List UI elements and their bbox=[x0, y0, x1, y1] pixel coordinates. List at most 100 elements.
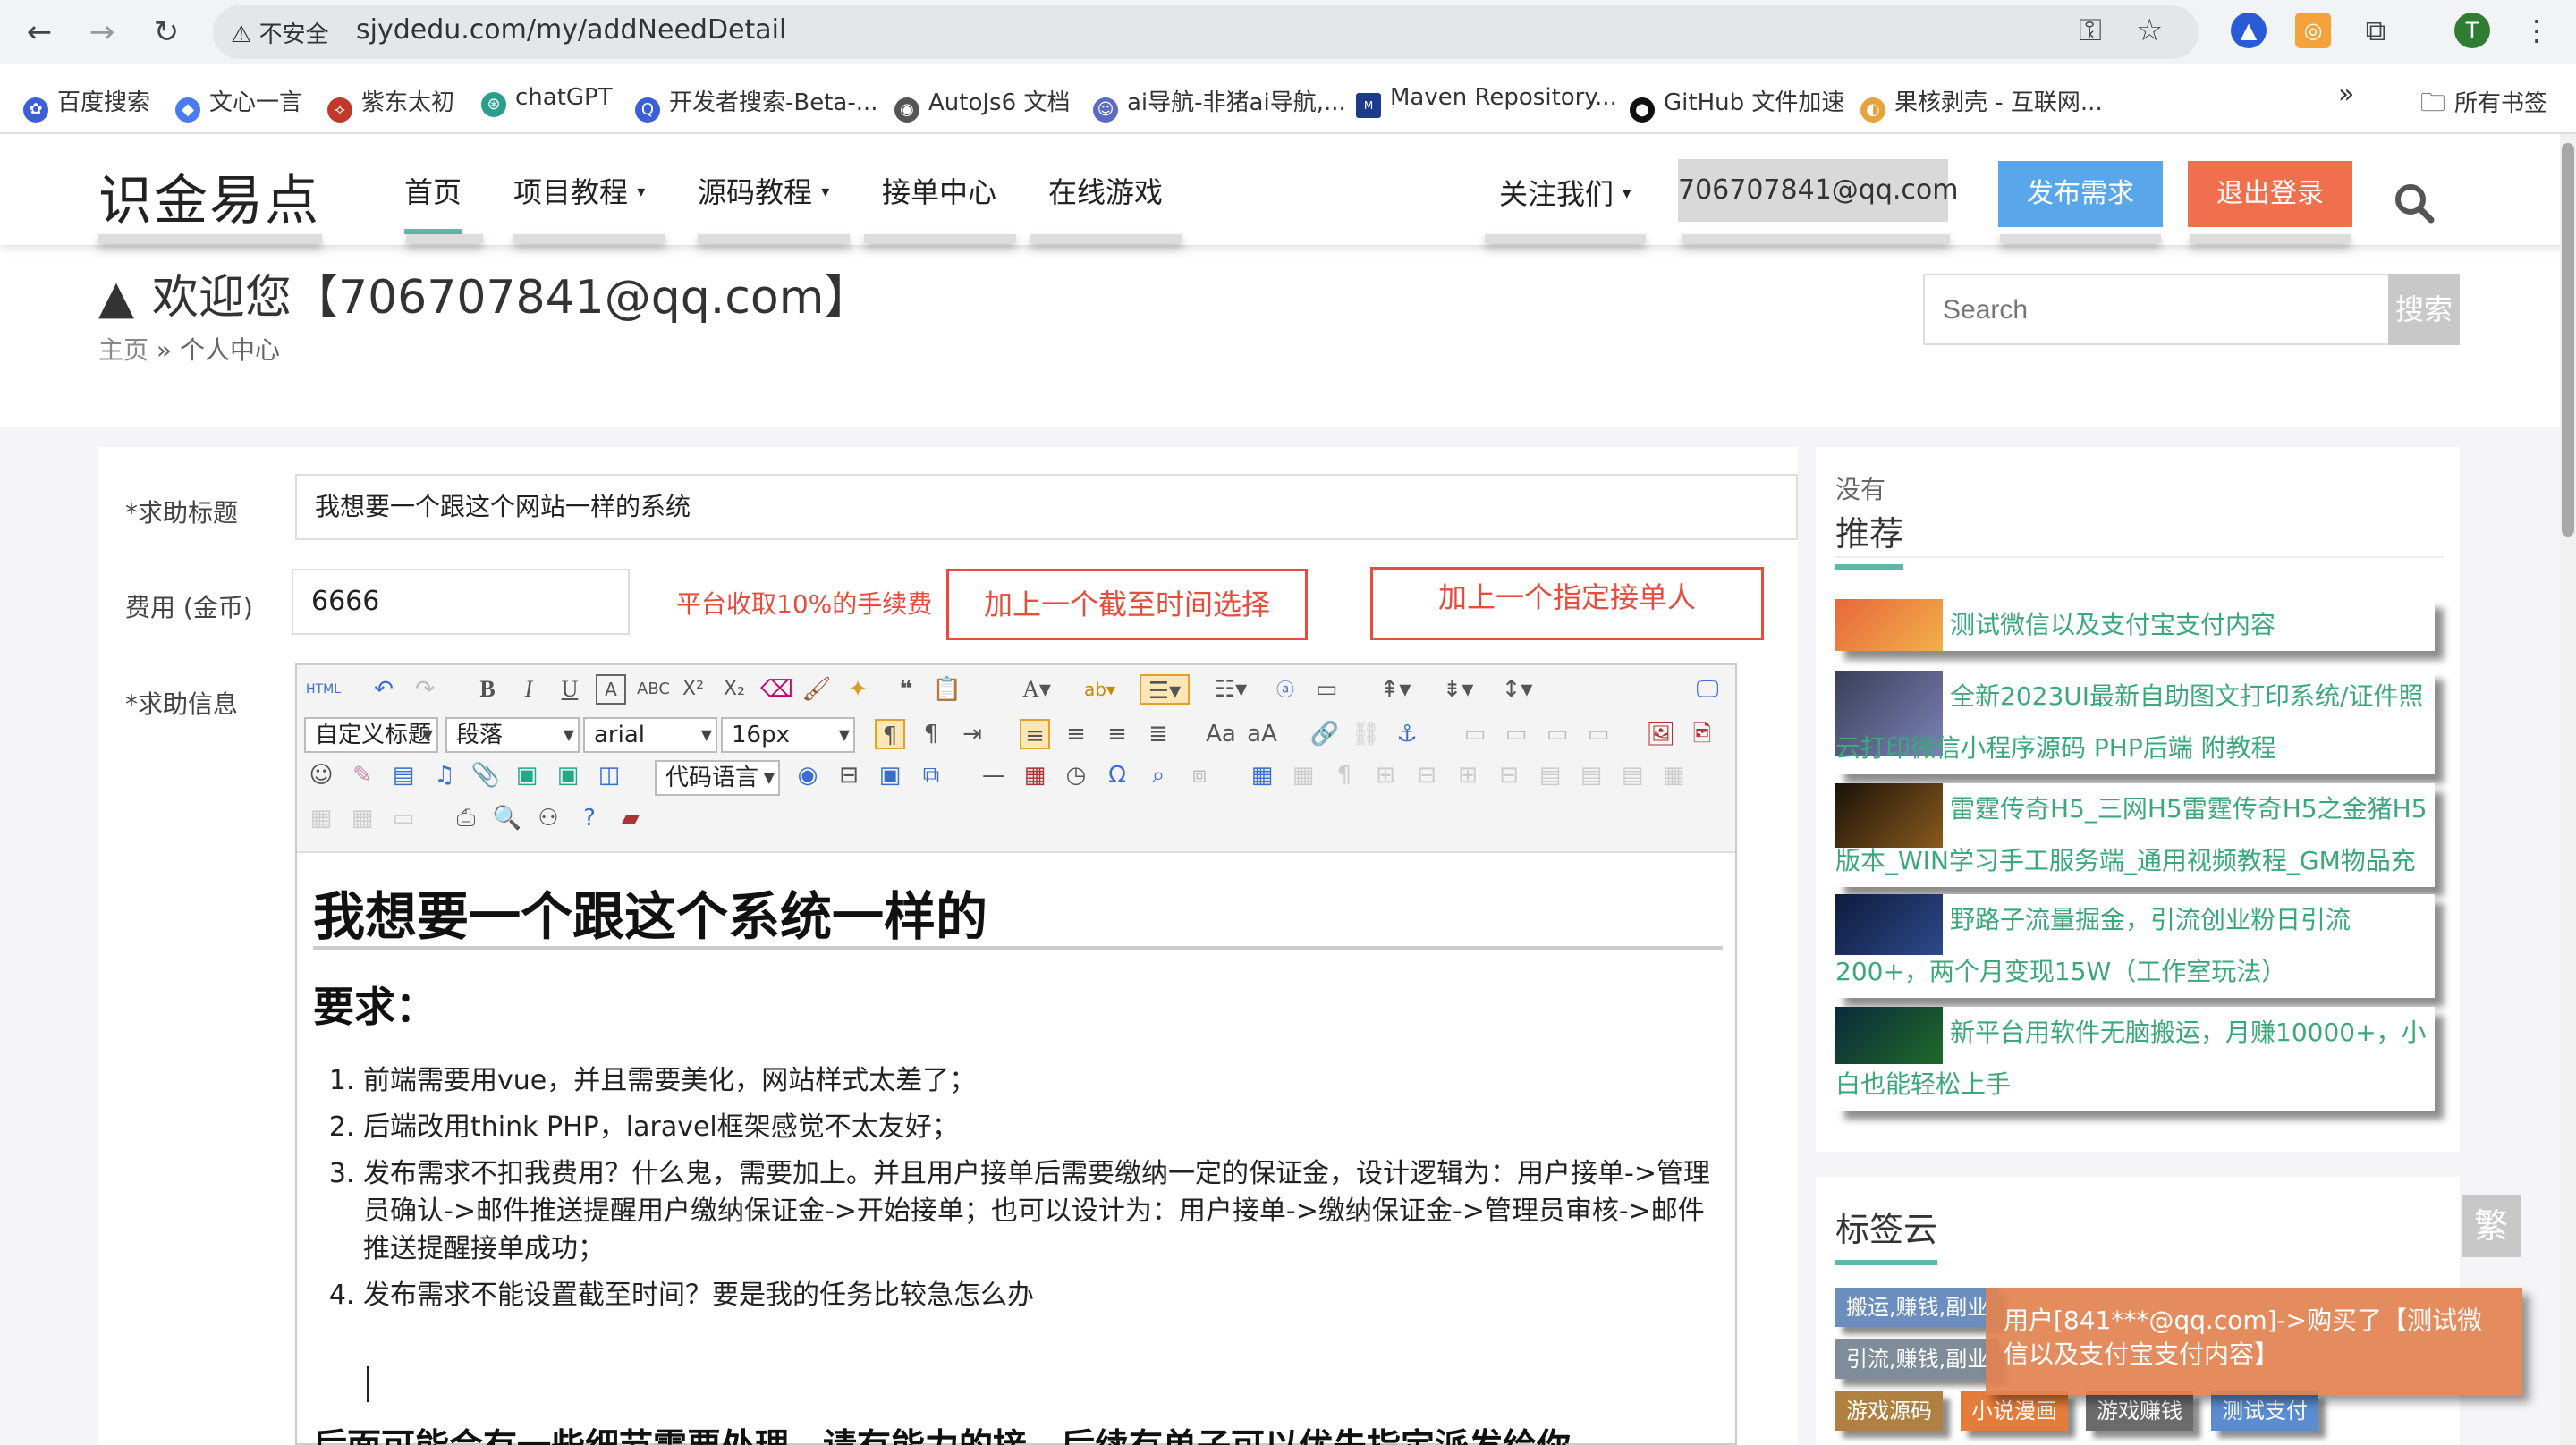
insert-row-icon[interactable]: ⊞ bbox=[1370, 760, 1401, 790]
snapscreen-icon[interactable]: ⧈ bbox=[1184, 760, 1215, 790]
merge-cells-icon[interactable]: ▤ bbox=[1535, 760, 1565, 790]
profile-avatar[interactable]: T bbox=[2454, 13, 2490, 48]
search-button[interactable]: 搜索 bbox=[2388, 274, 2460, 345]
tag[interactable]: 小说漫画 bbox=[1961, 1391, 2068, 1431]
multi-image-icon[interactable]: 🖻 bbox=[1687, 719, 1717, 749]
extensions-puzzle-icon[interactable]: ⧉ bbox=[2358, 13, 2394, 48]
blockquote-icon[interactable]: ❝ bbox=[891, 674, 921, 705]
redo-icon[interactable]: ↷ bbox=[410, 674, 440, 705]
url-text[interactable]: sjydedu.com/my/addNeedDetail bbox=[356, 14, 786, 46]
search-replace-icon[interactable]: ⌕ bbox=[1143, 760, 1174, 790]
nav-orders[interactable]: 接单中心 bbox=[882, 170, 996, 229]
clear-doc-icon[interactable]: ▭ bbox=[1311, 674, 1342, 705]
insecure-badge[interactable]: ⚠ 不安全 bbox=[231, 16, 329, 49]
image-none-icon[interactable]: ▭ bbox=[1460, 719, 1490, 749]
logout-button[interactable]: 退出登录 bbox=[2188, 161, 2352, 227]
special-char-icon[interactable]: Ω bbox=[1102, 760, 1132, 790]
gmap-icon[interactable]: ▣ bbox=[553, 760, 583, 790]
bookmark-item[interactable]: ◉ AutoJs6 文档 bbox=[894, 84, 1070, 123]
unlink-icon[interactable]: ⛓ bbox=[1351, 719, 1381, 749]
align-center-icon[interactable]: ≡ bbox=[1061, 719, 1091, 749]
tag[interactable]: 引流,赚钱,副业 bbox=[1835, 1339, 2000, 1379]
bookmark-item[interactable]: ⊛ chatGPT bbox=[481, 84, 613, 117]
bookmark-item[interactable]: ● GitHub 文件加速 bbox=[1630, 84, 1844, 123]
help-icon[interactable]: ? bbox=[574, 803, 605, 833]
horizontal-rule-icon[interactable]: — bbox=[979, 760, 1009, 790]
lowercase-icon[interactable]: aA bbox=[1247, 719, 1277, 749]
uppercase-icon[interactable]: Aa bbox=[1206, 719, 1236, 749]
bookmark-item[interactable]: ◆ 文心一言 bbox=[175, 84, 302, 123]
split-cols-icon[interactable]: ▦ bbox=[347, 803, 377, 833]
background-color-icon[interactable]: ab▾ bbox=[1084, 674, 1115, 705]
ltr-icon[interactable]: ¶ bbox=[875, 719, 905, 749]
align-justify-icon[interactable]: ≣ bbox=[1143, 719, 1174, 749]
tag[interactable]: 搬运,赚钱,副业 bbox=[1835, 1288, 2000, 1327]
paste-plain-icon[interactable]: 📋 bbox=[932, 674, 962, 705]
site-logo[interactable]: 识金易点 bbox=[98, 157, 320, 235]
indent-icon[interactable]: ⇥ bbox=[957, 719, 987, 749]
bold-icon[interactable]: B bbox=[472, 674, 503, 705]
font-color-icon[interactable]: A▾ bbox=[1021, 674, 1052, 705]
recommend-item[interactable]: 野路子流量掘金，引流创业粉日引流200+，两个月变现15W（工作室玩法） bbox=[1835, 894, 2435, 998]
superscript-icon[interactable]: X² bbox=[678, 674, 708, 705]
insert-video-icon[interactable]: ▤ bbox=[388, 760, 419, 790]
paragraph-select[interactable]: 段落 ▼ bbox=[445, 717, 580, 753]
tag[interactable]: 游戏赚钱 bbox=[2086, 1391, 2193, 1431]
insert-paragraph-icon[interactable]: ¶ bbox=[1329, 760, 1360, 790]
undo-icon[interactable]: ↶ bbox=[369, 674, 399, 705]
drafts-icon[interactable]: ▰ bbox=[615, 803, 646, 833]
time-icon[interactable]: ◷ bbox=[1061, 760, 1091, 790]
underline-icon[interactable]: U bbox=[555, 674, 585, 705]
nav-home[interactable]: 首页 bbox=[404, 170, 462, 234]
more-bookmarks-button[interactable]: » bbox=[2338, 79, 2354, 110]
custom-heading-select[interactable]: 自定义标题 ▼ bbox=[304, 717, 438, 753]
follow-us-menu[interactable]: 关注我们 ▾ bbox=[1499, 172, 1631, 213]
search-input[interactable] bbox=[1943, 295, 2301, 325]
background-icon[interactable]: ▣ bbox=[875, 760, 905, 790]
clear-format-icon[interactable]: ⌫ bbox=[760, 674, 793, 705]
image-center-icon[interactable]: ▭ bbox=[1583, 719, 1614, 749]
title-input[interactable]: 我想要一个跟这个网站一样的系统 bbox=[295, 474, 1798, 540]
publish-need-button[interactable]: 发布需求 bbox=[1998, 161, 2163, 227]
omnibox[interactable]: ⚠ 不安全 sjydedu.com/my/addNeedDetail ⚿ ☆ bbox=[213, 5, 2199, 59]
font-border-icon[interactable]: A bbox=[596, 674, 626, 705]
bookmark-item[interactable]: ✿ 百度搜索 bbox=[23, 84, 150, 123]
search-icon[interactable] bbox=[2394, 182, 2435, 224]
emotion-icon[interactable]: ☺ bbox=[306, 760, 336, 790]
line-height-icon[interactable]: ↕▾ bbox=[1492, 674, 1542, 705]
scrollbar-thumb[interactable] bbox=[2562, 143, 2574, 537]
recommend-item[interactable]: 全新2023UI最新自助图文打印系统/证件照云打印微信小程序源码 PHP后端 附… bbox=[1835, 671, 2435, 774]
delete-col-icon[interactable]: ⊟ bbox=[1494, 760, 1524, 790]
menu-icon[interactable]: ⋮ bbox=[2519, 13, 2555, 48]
insert-table-icon[interactable]: ▦ bbox=[1247, 760, 1277, 790]
italic-icon[interactable]: I bbox=[513, 674, 544, 705]
tag[interactable]: 测试支付 bbox=[2211, 1391, 2318, 1431]
preview-icon[interactable]: 🔍 bbox=[492, 803, 522, 833]
html-source-icon[interactable]: HTML bbox=[306, 674, 341, 705]
template-icon[interactable]: ◉ bbox=[792, 760, 823, 790]
recommend-item[interactable]: 雷霆传奇H5_三网H5雷霆传奇H5之金猪H5版本_WIN学习手工服务端_通用视频… bbox=[1835, 783, 2435, 927]
merge-right-icon[interactable]: ▤ bbox=[1576, 760, 1606, 790]
print-icon[interactable]: ⎙ bbox=[451, 803, 481, 833]
format-painter-icon[interactable]: 🖌 bbox=[801, 674, 832, 705]
unordered-list-icon[interactable]: ☷▾ bbox=[1206, 674, 1256, 705]
autotype-icon[interactable]: ✦ bbox=[843, 674, 873, 705]
extension-icon[interactable]: ▲ bbox=[2231, 13, 2267, 48]
bookmark-item[interactable]: ☺ ai导航-非猪ai导航,... bbox=[1093, 84, 1346, 123]
nav-games[interactable]: 在线游戏 bbox=[1048, 170, 1163, 229]
font-size-select[interactable]: 16px ▼ bbox=[721, 717, 855, 753]
iframe-icon[interactable]: ◫ bbox=[594, 760, 624, 790]
fee-input[interactable]: 6666 bbox=[292, 569, 630, 635]
nav-source[interactable]: 源码教程 ▾ bbox=[698, 170, 829, 229]
strikethrough-icon[interactable]: ABC bbox=[637, 674, 670, 705]
image-right-icon[interactable]: ▭ bbox=[1542, 719, 1572, 749]
map-icon[interactable]: ▣ bbox=[512, 760, 542, 790]
bookmark-item[interactable]: ◐ 果核剥壳 - 互联网... bbox=[1860, 84, 2103, 123]
page-break-icon[interactable]: ⊟ bbox=[834, 760, 864, 790]
insert-col-icon[interactable]: ⊞ bbox=[1453, 760, 1483, 790]
subscript-icon[interactable]: X₂ bbox=[719, 674, 750, 705]
forward-icon[interactable]: → bbox=[82, 13, 122, 52]
back-icon[interactable]: ← bbox=[20, 13, 59, 52]
all-bookmarks[interactable]: 🗀 所有书签 bbox=[2420, 84, 2547, 127]
anchor-icon[interactable]: ⚓ bbox=[1392, 719, 1422, 749]
